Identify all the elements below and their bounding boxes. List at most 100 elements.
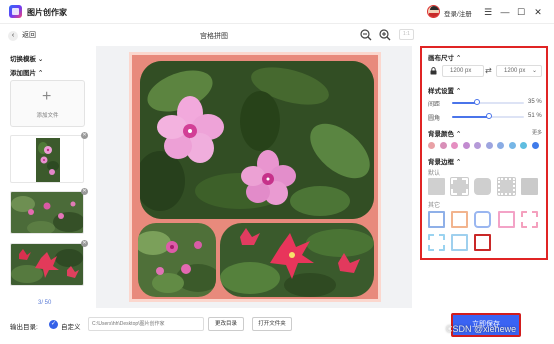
user-avatar[interactable] bbox=[427, 5, 440, 18]
app-logo-icon bbox=[9, 5, 22, 18]
collage-image bbox=[220, 223, 374, 297]
add-image-dropdown[interactable]: 添加图片 ⌃ bbox=[10, 67, 43, 77]
color-swatch[interactable] bbox=[451, 142, 458, 149]
color-swatch[interactable] bbox=[508, 142, 516, 149]
lock-icon[interactable] bbox=[430, 67, 437, 75]
border-default-swatch[interactable] bbox=[428, 178, 445, 195]
slider-knob[interactable] bbox=[485, 113, 492, 119]
collage-cell-bottom-right[interactable] bbox=[220, 223, 374, 297]
image-thumbnail[interactable] bbox=[10, 243, 84, 286]
border-default-swatch[interactable] bbox=[521, 178, 538, 195]
collage-canvas[interactable] bbox=[129, 52, 381, 302]
spacing-label: 间距 bbox=[428, 102, 441, 108]
border-style-swatch[interactable] bbox=[451, 234, 468, 251]
border-style-swatch[interactable] bbox=[451, 211, 468, 228]
swap-icon[interactable]: ⇄ bbox=[485, 65, 492, 77]
custom-label: 自定义 bbox=[61, 324, 81, 331]
login-link[interactable]: 登录/注册 bbox=[444, 8, 472, 18]
style-label: 样式设置 bbox=[428, 88, 454, 95]
output-path-input[interactable] bbox=[88, 317, 204, 331]
bg-color-label: 背景颜色 bbox=[428, 131, 454, 138]
check-icon[interactable]: ✓ bbox=[49, 320, 58, 329]
collage-image bbox=[140, 61, 374, 219]
color-swatch[interactable] bbox=[474, 142, 481, 149]
switch-template-dropdown[interactable]: 切换模板 ⌄ bbox=[10, 53, 43, 63]
close-icon[interactable]: ✕ bbox=[532, 6, 544, 18]
width-input[interactable]: 1200 px bbox=[442, 65, 484, 77]
border-style-swatch[interactable] bbox=[521, 211, 538, 228]
chevron-up-icon: ⌃ bbox=[455, 131, 462, 138]
chevron-down-icon: ⌄ bbox=[37, 56, 44, 63]
color-swatch[interactable] bbox=[531, 142, 539, 149]
spacing-slider[interactable] bbox=[452, 99, 524, 107]
minimize-icon[interactable]: — bbox=[499, 6, 511, 18]
border-default-swatch[interactable] bbox=[497, 177, 516, 196]
change-dir-button[interactable]: 更改目录 bbox=[208, 317, 244, 331]
border-default-swatch[interactable] bbox=[474, 178, 491, 195]
ratio-button[interactable]: 1:1 bbox=[399, 29, 414, 40]
maximize-icon[interactable]: ☐ bbox=[515, 6, 527, 18]
color-swatch[interactable] bbox=[428, 142, 435, 149]
collage-image bbox=[138, 223, 216, 297]
color-swatch[interactable] bbox=[439, 142, 447, 149]
corner-label: 圆角 bbox=[428, 116, 441, 122]
image-thumbnail[interactable] bbox=[10, 191, 84, 234]
bg-border-heading: 背景边框 ⌃ bbox=[428, 156, 461, 166]
switch-template-label: 切换模板 bbox=[10, 56, 36, 63]
canvas-size-label: 画布尺寸 bbox=[428, 55, 454, 62]
border-style-swatch[interactable] bbox=[474, 211, 491, 228]
delete-thumbnail-icon[interactable]: ✕ bbox=[81, 240, 88, 247]
chevron-up-icon: ⌃ bbox=[37, 70, 44, 77]
border-style-swatch-selected[interactable] bbox=[474, 234, 491, 251]
chevron-left-icon: ‹ bbox=[8, 31, 18, 41]
menu-icon[interactable]: ☰ bbox=[482, 6, 494, 18]
bg-color-palette bbox=[428, 142, 544, 150]
collage-cell-bottom-left[interactable] bbox=[138, 223, 216, 297]
delete-thumbnail-icon[interactable]: ✕ bbox=[81, 188, 88, 195]
color-swatch[interactable] bbox=[485, 142, 493, 149]
canvas-size-heading: 画布尺寸 ⌃ bbox=[428, 52, 461, 62]
delete-thumbnail-icon[interactable]: ✕ bbox=[81, 132, 88, 139]
add-file-label: 添加文件 bbox=[36, 113, 59, 119]
slider-knob[interactable] bbox=[474, 99, 481, 105]
thumbnail-image bbox=[11, 192, 83, 233]
chevron-up-icon: ⌃ bbox=[455, 55, 462, 62]
border-style-swatch[interactable] bbox=[428, 211, 445, 228]
open-folder-button[interactable]: 打开文件夹 bbox=[252, 317, 292, 331]
page-title: 宫格拼图 bbox=[200, 33, 228, 40]
watermark: CSDN @xiehewe bbox=[446, 324, 517, 334]
corner-slider[interactable] bbox=[452, 113, 524, 121]
style-heading: 样式设置 ⌃ bbox=[428, 85, 461, 95]
page-counter: 3/ 50 bbox=[38, 300, 52, 306]
plus-icon: + bbox=[42, 88, 52, 105]
collage-cell-top[interactable] bbox=[140, 61, 374, 219]
border-style-swatch[interactable] bbox=[498, 211, 515, 228]
add-image-label: 添加图片 bbox=[10, 70, 36, 77]
height-value: 1200 px bbox=[504, 68, 526, 74]
more-colors-link[interactable]: 更多 bbox=[532, 129, 542, 136]
border-default-swatch[interactable] bbox=[450, 177, 469, 196]
back-label: 返回 bbox=[22, 32, 36, 39]
chevron-down-icon: ⌄ bbox=[531, 68, 537, 74]
zoom-out-icon[interactable] bbox=[360, 29, 372, 41]
zoom-in-icon[interactable] bbox=[379, 29, 391, 41]
back-button[interactable]: ‹ 返回 bbox=[8, 30, 36, 41]
color-swatch[interactable] bbox=[497, 142, 504, 149]
spacing-value: 35 % bbox=[528, 99, 542, 105]
thumbnail-image bbox=[36, 138, 60, 182]
thumbnail-image bbox=[11, 244, 83, 285]
add-file-button[interactable]: + 添加文件 bbox=[10, 80, 85, 127]
color-swatch[interactable] bbox=[520, 142, 527, 149]
chevron-up-icon: ⌃ bbox=[455, 88, 462, 95]
output-dir-label: 输出目录: bbox=[10, 324, 38, 331]
height-input[interactable]: 1200 px ⌄ bbox=[496, 65, 542, 77]
border-style-swatch[interactable] bbox=[428, 234, 445, 251]
default-label: 默认 bbox=[428, 171, 441, 177]
color-swatch[interactable] bbox=[462, 142, 470, 149]
image-thumbnail[interactable] bbox=[10, 135, 84, 183]
app-title: 图片创作家 bbox=[27, 8, 67, 17]
bg-border-label: 背景边框 bbox=[428, 159, 454, 166]
bg-color-heading: 背景颜色 ⌃ bbox=[428, 128, 461, 138]
corner-value: 51 % bbox=[528, 113, 542, 119]
chevron-up-icon: ⌃ bbox=[455, 159, 462, 166]
